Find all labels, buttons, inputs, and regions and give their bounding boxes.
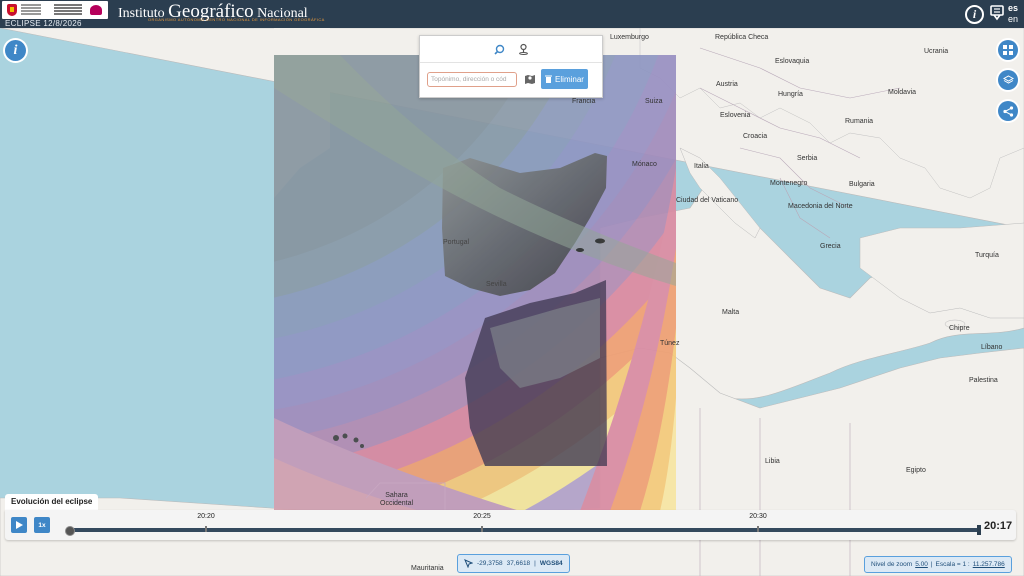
scale-display: Nivel de zoom 5.00 | Escala = 1 : 11.257… <box>864 556 1012 573</box>
clear-button[interactable]: Eliminar <box>541 69 588 89</box>
timeline-handle[interactable] <box>65 526 75 536</box>
label-egipto: Egipto <box>906 467 926 474</box>
timeline-tick: 20:30 <box>749 513 767 520</box>
timeline-tick: 20:20 <box>197 513 215 520</box>
share-icon <box>1002 105 1013 117</box>
label-libano: Líbano <box>981 344 1003 351</box>
feedback-icon[interactable] <box>988 4 1006 22</box>
zoom-value[interactable]: 5.00 <box>915 561 928 568</box>
basemaps-button[interactable] <box>998 40 1018 60</box>
eclipse-timeline: 1x 20:20 20:25 20:30 20:17 <box>5 510 1016 540</box>
label-sevilla: Sevilla <box>486 281 507 288</box>
timeline-tick-mark <box>205 526 207 532</box>
timeline-track-end <box>977 525 981 535</box>
label-luxemburgo: Luxemburgo <box>610 34 649 41</box>
label-eslovaquia: Eslovaquia <box>775 58 810 65</box>
label-malta: Malta <box>722 309 740 316</box>
search-icon <box>493 44 504 55</box>
label-austria: Austria <box>716 81 738 88</box>
label-montenegro: Montenegro <box>770 180 808 187</box>
language-switcher: es en <box>1008 3 1018 25</box>
coordinates-display[interactable]: -29,3758 37,6618 | WGS84 <box>457 554 570 573</box>
info-button[interactable]: i <box>5 40 26 61</box>
tab-location[interactable] <box>517 43 529 55</box>
label-libia: Libia <box>765 458 780 465</box>
label-hungria: Hungría <box>778 91 803 98</box>
label-suiza: Suiza <box>645 98 663 105</box>
map-canvas[interactable]: Luxemburgo República Checa Eslovaquia Uc… <box>0 28 1024 576</box>
label-italia: Italia <box>694 163 709 170</box>
timeline-tick-mark <box>481 526 483 532</box>
label-grecia: Grecia <box>820 243 841 250</box>
share-button[interactable] <box>998 101 1018 121</box>
tab-search[interactable] <box>493 43 505 55</box>
clear-button-label: Eliminar <box>555 74 584 84</box>
label-ciudad-vaticano: Ciudad del Vaticano <box>676 197 739 204</box>
location-pin-icon <box>518 43 528 55</box>
label-macedonia: Macedonia del Norte <box>788 203 853 210</box>
play-icon <box>15 521 23 529</box>
speed-button[interactable]: 1x <box>34 517 50 533</box>
current-time: 20:17 <box>984 520 1013 532</box>
cursor-icon <box>464 559 473 568</box>
grid-icon <box>1003 45 1013 55</box>
scale-label: Escala = 1 : <box>935 561 970 568</box>
timeline-track[interactable] <box>67 528 979 532</box>
layers-icon <box>1002 74 1014 84</box>
lang-en[interactable]: en <box>1008 14 1018 25</box>
label-tunez: Túnez <box>660 340 680 347</box>
info-icon[interactable]: i <box>965 5 984 24</box>
label-monaco: Mónaco <box>632 161 657 168</box>
coord-lon: -29,3758 <box>477 560 503 567</box>
label-mauritania: Mauritania <box>411 565 444 572</box>
label-rumania: Rumania <box>845 118 874 125</box>
coord-crs: WGS84 <box>539 560 563 567</box>
lang-es[interactable]: es <box>1008 3 1018 14</box>
search-panel: Eliminar <box>419 35 603 98</box>
label-palestina: Palestina <box>969 377 998 384</box>
timeline-tick: 20:25 <box>473 513 491 520</box>
layers-button[interactable] <box>998 70 1018 90</box>
label-francia: Francia <box>572 98 596 105</box>
government-logo <box>2 1 108 19</box>
map-marker-button[interactable] <box>523 72 537 86</box>
label-serbia: Serbia <box>797 155 818 162</box>
search-input[interactable] <box>427 71 517 87</box>
label-sahara: Sahara Occidental <box>380 492 414 507</box>
label-ucrania: Ucrania <box>924 48 949 55</box>
label-chipre: Chipre <box>949 325 970 332</box>
eclipse-date-label: ECLIPSE 12/8/2026 <box>5 19 82 28</box>
label-croacia: Croacia <box>743 133 768 140</box>
map-marker-icon <box>525 75 535 84</box>
zoom-label: Nivel de zoom <box>871 561 913 568</box>
timeline-tick-mark <box>757 526 759 532</box>
coord-lat: 37,6618 <box>506 560 531 567</box>
app-header: ECLIPSE 12/8/2026 Instituto Geográfico N… <box>0 0 1024 28</box>
label-bulgaria: Bulgaria <box>849 181 875 188</box>
play-button[interactable] <box>11 517 27 533</box>
label-eslovenia: Eslovenia <box>720 112 751 119</box>
label-moldavia: Moldavia <box>888 89 917 96</box>
brand-subtitle: ORGANISMO AUTÓNOMO CENTRO NACIONAL DE IN… <box>148 17 325 22</box>
label-republica-checa: República Checa <box>715 34 769 41</box>
scale-value[interactable]: 11.257.786 <box>973 561 1005 568</box>
timeline-title: Evolución del eclipse <box>5 494 99 510</box>
label-portugal: Portugal <box>443 239 470 246</box>
label-turquia: Turquía <box>975 252 999 259</box>
trash-icon <box>545 75 553 83</box>
